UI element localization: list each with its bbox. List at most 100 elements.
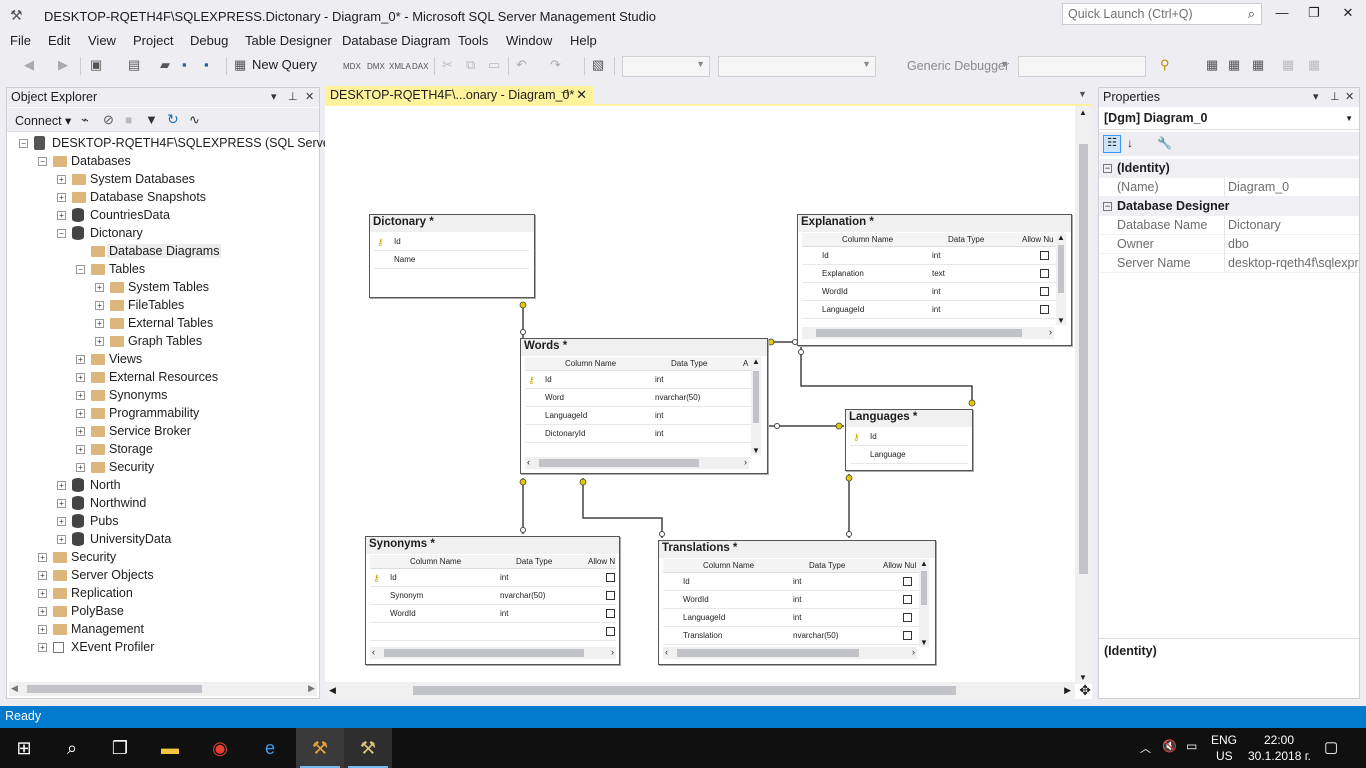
expand-icon[interactable]: + [57, 481, 66, 490]
tree-node[interactable]: + System Tables [7, 279, 317, 297]
mdx-query-button[interactable]: MDX [343, 62, 361, 80]
tree-node[interactable]: + Server Objects [7, 567, 317, 585]
search-button[interactable]: ⌕ [48, 728, 96, 768]
expand-icon[interactable]: + [57, 535, 66, 544]
table-explanation[interactable]: Explanation * Column Name Data Type Allow … [797, 214, 1072, 346]
property-category[interactable]: − (Identity) [1099, 159, 1359, 178]
expand-icon[interactable]: + [95, 337, 104, 346]
tree-node[interactable]: + Storage [7, 441, 317, 459]
object-selector[interactable]: [Dgm] Diagram_0 ▼ [1099, 108, 1359, 130]
menu-window[interactable]: Window [506, 33, 552, 48]
collapse-icon[interactable]: − [1103, 164, 1112, 173]
tree-node[interactable]: + Pubs [7, 513, 317, 531]
allow-nulls-checkbox[interactable] [903, 577, 912, 586]
table-translations[interactable]: Translations * Column Name Data Type Allow… [658, 540, 936, 665]
tree-node[interactable]: − Dictonary [7, 225, 317, 243]
tree-node[interactable]: + Management [7, 621, 317, 639]
copy-icon[interactable]: ⧉ [466, 57, 475, 75]
collapse-icon[interactable]: − [76, 265, 85, 274]
column-row[interactable]: ⚷ Id int [370, 569, 616, 587]
expand-icon[interactable]: + [76, 409, 85, 418]
expand-icon[interactable]: + [76, 427, 85, 436]
menu-debug[interactable]: Debug [190, 33, 228, 48]
table-dictonary[interactable]: Dictonary * ⚷ Id Name [369, 214, 535, 298]
activity-icon[interactable]: ∿ [189, 112, 200, 128]
find-icon[interactable]: ⚲ [1160, 57, 1170, 75]
allow-nulls-checkbox[interactable] [903, 595, 912, 604]
network-icon[interactable]: ▭ [1186, 739, 1197, 753]
file-explorer-icon[interactable]: ▬ [146, 728, 194, 768]
task-view-button[interactable]: ❐ [96, 728, 144, 768]
column-row[interactable]: ⚷ Id int [525, 371, 751, 389]
tree-node[interactable]: + PolyBase [7, 603, 317, 621]
table-hscroll[interactable]: ‹ › [370, 647, 616, 659]
tree-node[interactable]: + System Databases [7, 171, 317, 189]
expand-icon[interactable]: + [95, 283, 104, 292]
tree-node[interactable]: − DESKTOP-RQETH4F\SQLEXPRESS (SQL Server … [7, 135, 365, 153]
menu-table-designer[interactable]: Table Designer [245, 33, 332, 48]
vscroll-thumb[interactable] [1079, 144, 1088, 574]
relationship-icon[interactable]: ▦ [1252, 57, 1264, 75]
object-explorer-hscroll[interactable]: ◀ ▶ [9, 682, 317, 696]
pin-icon[interactable]: ⊥ [288, 90, 298, 103]
allow-nulls-checkbox[interactable] [1040, 305, 1049, 314]
start-button[interactable]: ⊞ [0, 728, 48, 768]
diagram-canvas[interactable]: Dictonary * ⚷ Id Name Explanation * Colum… [325, 104, 1092, 699]
restore-button[interactable]: ❐ [1302, 5, 1326, 25]
menu-tools[interactable]: Tools [458, 33, 488, 48]
activity-monitor-icon[interactable]: ▧ [592, 57, 604, 75]
expand-icon[interactable]: + [57, 211, 66, 220]
hscroll-thumb[interactable] [27, 685, 202, 693]
canvas-hscroll[interactable]: ◀ ▶ [325, 682, 1075, 699]
collapse-icon[interactable]: − [19, 139, 28, 148]
tree-node[interactable]: + XEvent Profiler [7, 639, 317, 657]
new-query-button[interactable]: New Query [252, 57, 317, 75]
tree-node[interactable]: + North [7, 477, 317, 495]
expand-icon[interactable]: + [76, 463, 85, 472]
allow-nulls-checkbox[interactable] [1040, 287, 1049, 296]
column-row[interactable]: WordId int [663, 591, 919, 609]
expand-icon[interactable]: + [57, 175, 66, 184]
expand-icon[interactable]: + [57, 517, 66, 526]
size-icon[interactable]: ▦ [1308, 57, 1320, 75]
back-icon[interactable]: ◀ [24, 57, 34, 75]
categorized-icon[interactable]: ☷ [1103, 135, 1121, 153]
table-view-icon[interactable]: ▦ [1228, 57, 1240, 75]
volume-muted-icon[interactable]: 🔇 [1162, 739, 1177, 753]
tree-node[interactable]: + FileTables [7, 297, 317, 315]
tree-node[interactable]: + Security [7, 459, 317, 477]
expand-icon[interactable]: + [38, 589, 47, 598]
expand-icon[interactable]: + [95, 319, 104, 328]
expand-icon[interactable]: + [38, 607, 47, 616]
tree-node[interactable]: + External Resources [7, 369, 317, 387]
cut-icon[interactable]: ✂ [442, 57, 453, 75]
menu-help[interactable]: Help [570, 33, 597, 48]
tree-node[interactable]: + Synonyms [7, 387, 317, 405]
allow-nulls-checkbox[interactable] [606, 627, 615, 636]
tree-node[interactable]: + Northwind [7, 495, 317, 513]
dax-query-button[interactable]: DAX [412, 62, 428, 80]
add-table-icon[interactable]: ▦ [1206, 57, 1218, 75]
column-row[interactable]: LanguageId int [525, 407, 751, 425]
menu-view[interactable]: View [88, 33, 116, 48]
xmla-query-button[interactable]: XMLA [389, 62, 411, 80]
tree-node[interactable]: + External Tables [7, 315, 317, 333]
show-hidden-icons[interactable]: ︿ [1140, 740, 1151, 756]
property-row[interactable]: Database Name Dictonary [1099, 216, 1359, 235]
property-row[interactable]: Owner dbo [1099, 235, 1359, 254]
table-vscroll[interactable]: ▲ ▼ [751, 357, 761, 455]
notifications-icon[interactable]: ▢ [1324, 738, 1338, 756]
allow-nulls-checkbox[interactable] [606, 573, 615, 582]
connect-button[interactable]: Connect ▾ [15, 113, 71, 128]
tree-node[interactable]: + Replication [7, 585, 317, 603]
undo-icon[interactable]: ↶ [516, 57, 527, 75]
tree-node[interactable]: + Views [7, 351, 317, 369]
column-row[interactable]: Word nvarchar(50) [525, 389, 751, 407]
table-hscroll[interactable]: › [802, 327, 1054, 339]
tree-node[interactable]: + Database Snapshots [7, 189, 317, 207]
allow-nulls-checkbox[interactable] [903, 631, 912, 640]
expand-icon[interactable]: + [38, 571, 47, 580]
close-button[interactable]: ✕ [1336, 5, 1360, 25]
allow-nulls-checkbox[interactable] [606, 591, 615, 600]
pan-icon[interactable]: ✥ [1079, 682, 1091, 699]
